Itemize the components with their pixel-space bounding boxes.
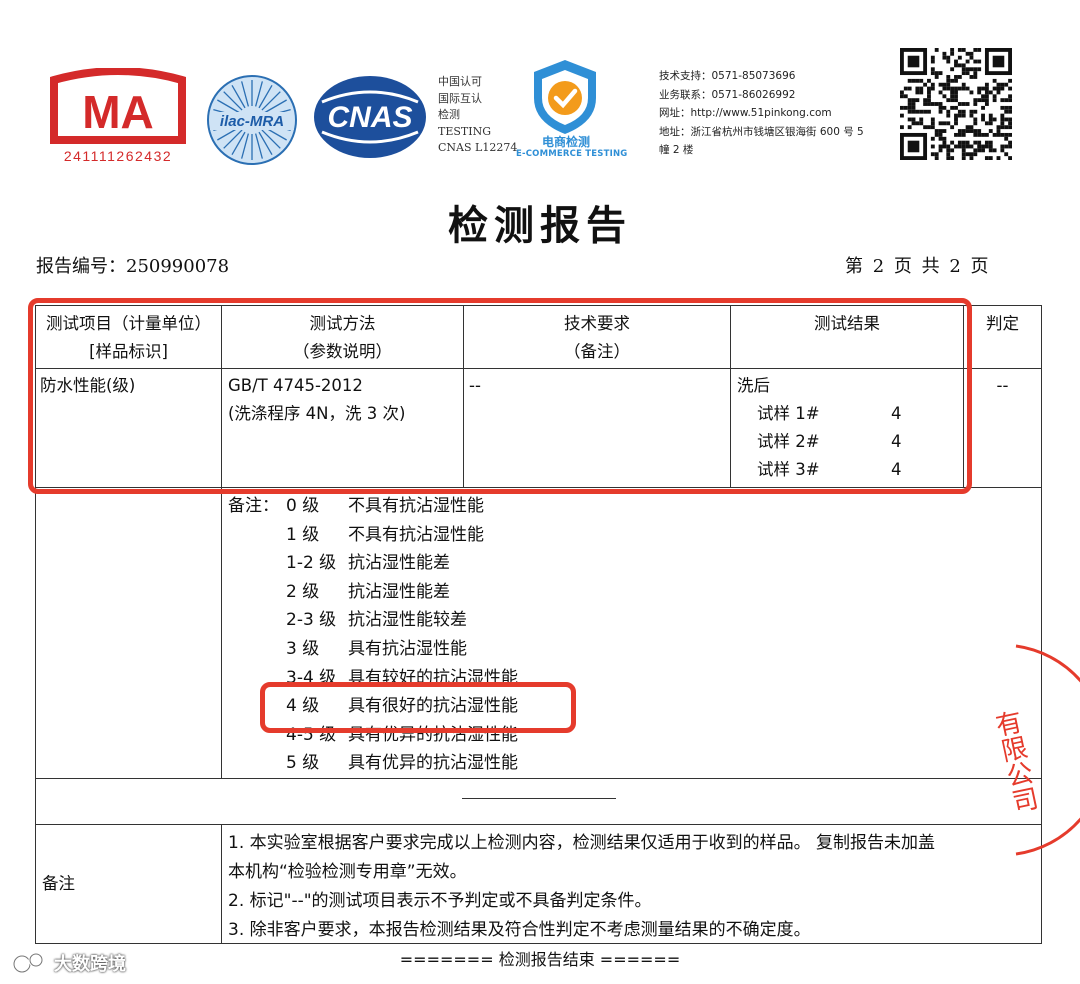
report-end-marker: ======= 检测报告结束 ====== <box>399 950 681 969</box>
cnas-info-line: CNAS L12274 <box>438 141 518 154</box>
rating-row: 2 级 抗沾湿性能差 <box>286 578 450 606</box>
cnas-logo: CNAS <box>314 76 426 158</box>
rating-row: 5 级 具有优异的抗沾湿性能 <box>286 749 518 777</box>
rating-description: 不具有抗沾湿性能 <box>348 496 484 516</box>
ecommerce-label-cn: 电商检测 <box>542 135 591 149</box>
remark-line: 本机构“检验检测专用章”无效。 <box>228 862 467 882</box>
qr-code-icon <box>900 48 1012 160</box>
watermark-text: 大数跨境 <box>54 954 126 975</box>
rating-description: 抗沾湿性能差 <box>348 553 450 574</box>
ecommerce-shield-icon <box>534 60 596 134</box>
rating-level: 1 级 <box>286 524 320 545</box>
header-text: 判定 <box>986 314 1019 333</box>
rating-description: 具有优异的抗沾湿性能 <box>348 753 518 774</box>
highlight-box-result <box>28 298 972 494</box>
svg-text:有限公司: 有限公司 <box>989 708 1040 816</box>
page-indicator: 第 2 页 共 2 页 <box>845 256 989 277</box>
notes-prefix: 备注： <box>228 496 279 516</box>
rating-description: 具有抗沾湿性能 <box>348 639 467 659</box>
cnas-info-line: 国际互认 <box>438 91 482 105</box>
watermark-logo-icon <box>12 952 44 974</box>
rating-description: 抗沾湿性能较差 <box>348 610 467 631</box>
contact-line: 业务联系：0571-86026992 <box>659 88 796 101</box>
rating-description: 抗沾湿性能差 <box>348 581 450 602</box>
contact-line: 地址：浙江省杭州市钱塘区银海街 600 号 5 <box>659 125 864 138</box>
cnas-info-line: TESTING <box>438 124 491 138</box>
rating-level: 5 级 <box>286 753 320 774</box>
rating-row: 1 级 不具有抗沾湿性能 <box>286 521 484 549</box>
rating-level: 2 级 <box>286 581 320 602</box>
row-judgement: -- <box>996 376 1009 395</box>
rating-level: 1-2 级 <box>286 553 337 574</box>
ilac-mra-logo: ilac-MRA <box>207 75 297 165</box>
rating-row: 1-2 级抗沾湿性能差 <box>286 549 450 577</box>
rating-level: 2-3 级 <box>286 610 337 631</box>
cnas-info-line: 中国认可 <box>438 75 482 88</box>
report-number: 报告编号：250990078 <box>36 256 230 277</box>
report-title: 检测报告 <box>448 202 632 249</box>
rating-row: 0 级 不具有抗沾湿性能 <box>286 492 484 520</box>
remark-line: 1. 本实验室根据客户要求完成以上检测内容，检测结果仅适用于收到的样品。 复制报… <box>228 833 936 853</box>
cnas-info-line: 检测 <box>438 108 460 121</box>
svg-text:CNAS: CNAS <box>327 101 412 134</box>
svg-text:241111262432: 241111262432 <box>64 148 172 164</box>
contact-line: 网址：http://www.51pinkong.com <box>659 107 832 120</box>
company-seal-stamp: 有限公司 <box>989 644 1080 856</box>
svg-text:MA: MA <box>82 86 154 138</box>
contact-line: 幢 2 楼 <box>659 144 694 157</box>
contact-info: 技术支持：0571-85073696 业务联系：0571-86026992 网址… <box>659 67 895 160</box>
cma-logo: MA 241111262432 <box>50 68 186 164</box>
remark-label: 备注 <box>42 874 75 893</box>
remark-line: 2. 标记"--"的测试项目表示不予判定或不具备判定条件。 <box>228 891 652 911</box>
rating-level: 0 级 <box>286 496 320 516</box>
rating-level: 3 级 <box>286 639 320 659</box>
rating-row: 3 级 具有抗沾湿性能 <box>286 635 467 663</box>
svg-text:ilac-MRA: ilac-MRA <box>220 113 284 130</box>
rating-description: 不具有抗沾湿性能 <box>348 524 484 545</box>
header-judgement: 判定 <box>964 310 1041 338</box>
cnas-accreditation-info: 中国认可 国际互认 检测 TESTING CNAS L12274 <box>438 74 517 157</box>
ecommerce-label-en: E-COMMERCE TESTING <box>516 149 628 159</box>
highlight-box-grade4 <box>260 682 576 733</box>
contact-line: 技术支持：0571-85073696 <box>659 70 796 82</box>
rating-row: 2-3 级抗沾湿性能较差 <box>286 606 467 634</box>
remarks: 1. 本实验室根据客户要求完成以上检测内容，检测结果仅适用于收到的样品。 复制报… <box>228 829 935 945</box>
remark-line: 3. 除非客户要求，本报告检测结果及符合性判定不考虑测量结果的不确定度。 <box>228 920 811 940</box>
